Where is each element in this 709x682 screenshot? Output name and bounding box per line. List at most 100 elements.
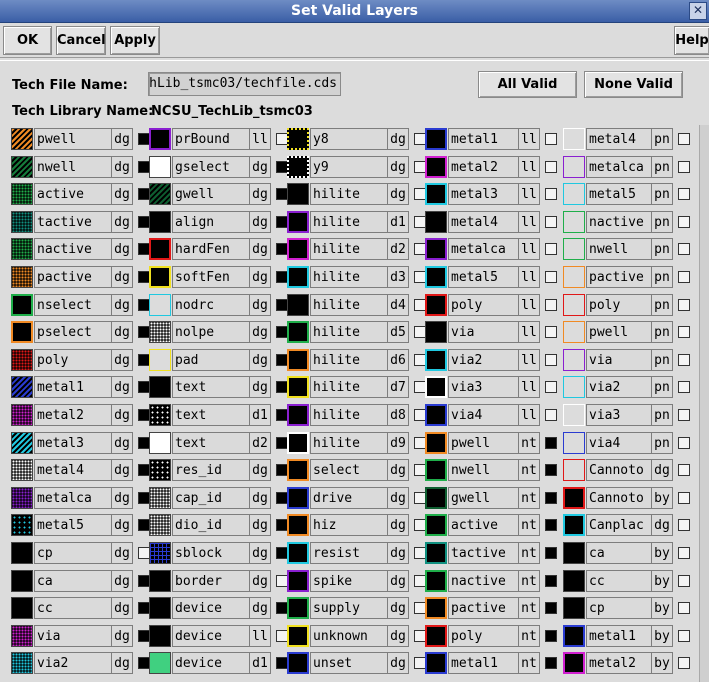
layer-swatch[interactable] — [287, 294, 309, 316]
layer-swatch[interactable] — [11, 211, 33, 233]
valid-checkbox[interactable] — [545, 519, 557, 531]
layer-swatch[interactable] — [149, 404, 171, 426]
layer-swatch[interactable] — [11, 404, 33, 426]
layer-swatch[interactable] — [287, 652, 309, 674]
valid-checkbox[interactable] — [545, 630, 557, 642]
layer-swatch[interactable] — [287, 570, 309, 592]
layer-swatch[interactable] — [149, 211, 171, 233]
layer-swatch[interactable] — [149, 156, 171, 178]
layer-swatch[interactable] — [287, 266, 309, 288]
apply-button[interactable]: Apply — [110, 26, 160, 55]
valid-checkbox[interactable] — [545, 161, 557, 173]
layer-swatch[interactable] — [287, 404, 309, 426]
layer-swatch[interactable] — [149, 652, 171, 674]
layer-swatch[interactable] — [563, 404, 585, 426]
layer-swatch[interactable] — [563, 459, 585, 481]
valid-checkbox[interactable] — [545, 354, 557, 366]
layer-swatch[interactable] — [11, 349, 33, 371]
layer-swatch[interactable] — [563, 597, 585, 619]
layer-swatch[interactable] — [425, 542, 447, 564]
layer-swatch[interactable] — [11, 376, 33, 398]
layer-swatch[interactable] — [425, 432, 447, 454]
layer-swatch[interactable] — [425, 570, 447, 592]
layer-swatch[interactable] — [11, 238, 33, 260]
layer-swatch[interactable] — [563, 211, 585, 233]
layer-swatch[interactable] — [563, 294, 585, 316]
valid-checkbox[interactable] — [545, 188, 557, 200]
layer-swatch[interactable] — [149, 376, 171, 398]
valid-checkbox[interactable] — [678, 630, 690, 642]
layer-swatch[interactable] — [149, 625, 171, 647]
layer-swatch[interactable] — [149, 349, 171, 371]
layer-swatch[interactable] — [425, 625, 447, 647]
layer-swatch[interactable] — [563, 570, 585, 592]
layer-swatch[interactable] — [149, 514, 171, 536]
valid-checkbox[interactable] — [545, 492, 557, 504]
layer-swatch[interactable] — [563, 376, 585, 398]
layer-swatch[interactable] — [287, 128, 309, 150]
layer-swatch[interactable] — [287, 625, 309, 647]
layer-swatch[interactable] — [287, 211, 309, 233]
layer-swatch[interactable] — [11, 321, 33, 343]
valid-checkbox[interactable] — [545, 464, 557, 476]
layer-swatch[interactable] — [149, 128, 171, 150]
tech-file-input[interactable]: NCSU_TechLib_tsmc03/techfile.cds — [148, 72, 341, 96]
layer-swatch[interactable] — [149, 570, 171, 592]
layer-swatch[interactable] — [425, 404, 447, 426]
layer-swatch[interactable] — [11, 570, 33, 592]
valid-checkbox[interactable] — [678, 409, 690, 421]
layer-swatch[interactable] — [11, 459, 33, 481]
all-valid-button[interactable]: All Valid — [478, 71, 577, 98]
layer-swatch[interactable] — [11, 432, 33, 454]
layer-swatch[interactable] — [425, 294, 447, 316]
layer-swatch[interactable] — [11, 652, 33, 674]
layer-swatch[interactable] — [149, 459, 171, 481]
layer-swatch[interactable] — [11, 487, 33, 509]
valid-checkbox[interactable] — [545, 243, 557, 255]
layer-swatch[interactable] — [149, 266, 171, 288]
layer-swatch[interactable] — [287, 321, 309, 343]
layer-swatch[interactable] — [425, 211, 447, 233]
layer-swatch[interactable] — [425, 156, 447, 178]
layer-swatch[interactable] — [563, 487, 585, 509]
layer-swatch[interactable] — [563, 128, 585, 150]
layer-swatch[interactable] — [425, 321, 447, 343]
layer-swatch[interactable] — [425, 266, 447, 288]
layer-swatch[interactable] — [425, 183, 447, 205]
valid-checkbox[interactable] — [678, 547, 690, 559]
valid-checkbox[interactable] — [678, 271, 690, 283]
layer-swatch[interactable] — [287, 156, 309, 178]
valid-checkbox[interactable] — [545, 575, 557, 587]
layer-swatch[interactable] — [11, 266, 33, 288]
layer-swatch[interactable] — [563, 514, 585, 536]
ok-button[interactable]: OK — [3, 26, 52, 55]
layer-swatch[interactable] — [563, 625, 585, 647]
close-icon[interactable]: ✕ — [689, 2, 707, 20]
layer-swatch[interactable] — [149, 542, 171, 564]
layer-swatch[interactable] — [425, 349, 447, 371]
layer-swatch[interactable] — [149, 597, 171, 619]
valid-checkbox[interactable] — [545, 271, 557, 283]
valid-checkbox[interactable] — [678, 133, 690, 145]
valid-checkbox[interactable] — [678, 602, 690, 614]
valid-checkbox[interactable] — [678, 575, 690, 587]
layer-swatch[interactable] — [11, 128, 33, 150]
layer-swatch[interactable] — [287, 183, 309, 205]
layer-swatch[interactable] — [425, 238, 447, 260]
valid-checkbox[interactable] — [545, 409, 557, 421]
valid-checkbox[interactable] — [545, 547, 557, 559]
help-button[interactable]: Help — [674, 26, 709, 55]
layer-swatch[interactable] — [287, 349, 309, 371]
layer-swatch[interactable] — [287, 238, 309, 260]
valid-checkbox[interactable] — [545, 602, 557, 614]
layer-swatch[interactable] — [11, 542, 33, 564]
layer-swatch[interactable] — [425, 376, 447, 398]
layer-swatch[interactable] — [11, 514, 33, 536]
valid-checkbox[interactable] — [545, 326, 557, 338]
layer-swatch[interactable] — [563, 349, 585, 371]
valid-checkbox[interactable] — [678, 492, 690, 504]
valid-checkbox[interactable] — [545, 657, 557, 669]
valid-checkbox[interactable] — [678, 243, 690, 255]
valid-checkbox[interactable] — [678, 437, 690, 449]
layer-swatch[interactable] — [563, 321, 585, 343]
